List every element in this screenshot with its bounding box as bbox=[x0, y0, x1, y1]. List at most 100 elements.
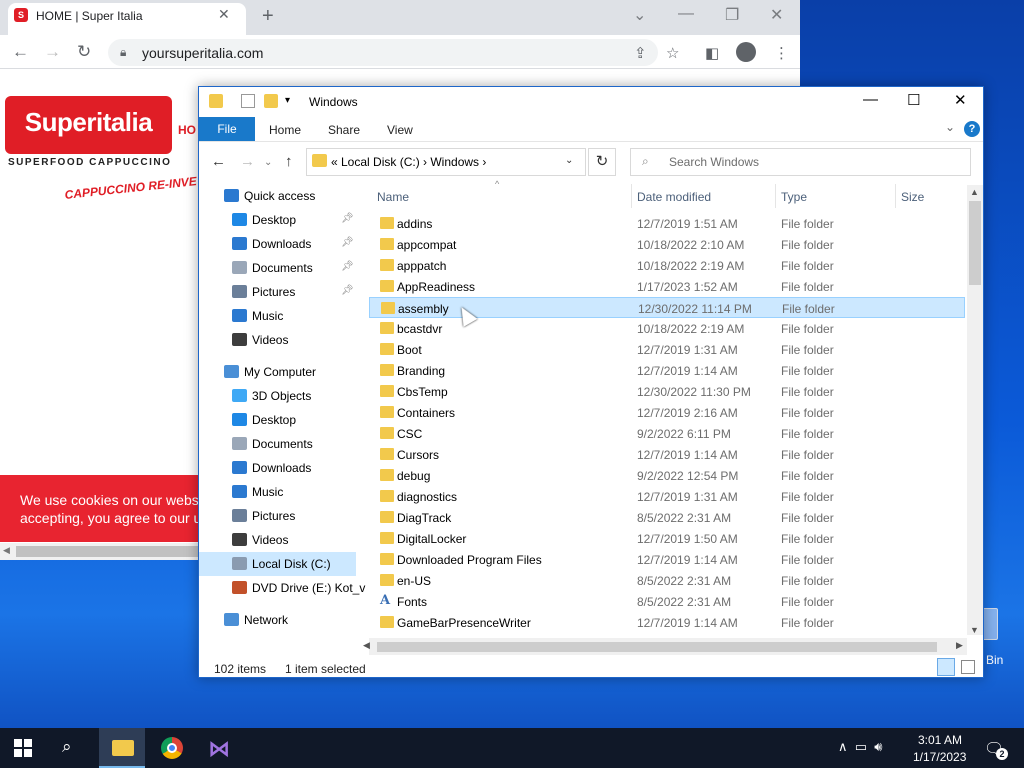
column-name[interactable]: Name bbox=[377, 190, 409, 204]
column-divider[interactable] bbox=[895, 184, 896, 208]
side-panel-icon[interactable]: ◧ bbox=[705, 44, 719, 62]
reload-icon[interactable]: ↻ bbox=[77, 42, 91, 62]
nav-item[interactable]: Quick access bbox=[199, 184, 356, 208]
pin-icon[interactable]: 📌︎ bbox=[341, 261, 354, 272]
close-icon[interactable]: ✕ bbox=[770, 5, 783, 25]
table-row[interactable]: bcastdvr 10/18/2022 2:19 AM File folder bbox=[369, 318, 965, 339]
restore-icon[interactable]: ❐ bbox=[725, 5, 739, 25]
table-row[interactable]: en-US 8/5/2022 2:31 AM File folder bbox=[369, 570, 965, 591]
table-row[interactable]: CbsTemp 12/30/2022 11:30 PM File folder bbox=[369, 381, 965, 402]
scroll-right-icon[interactable]: ▶ bbox=[956, 640, 963, 651]
windows-start-icon[interactable] bbox=[14, 739, 32, 757]
tab-search-icon[interactable]: ⌄ bbox=[633, 5, 646, 25]
system-tray-icons[interactable]: ∧ ▭ 🔊︎ bbox=[838, 739, 882, 755]
scroll-thumb[interactable] bbox=[377, 642, 937, 652]
table-row[interactable]: AppReadiness 1/17/2023 1:52 AM File folder bbox=[369, 276, 965, 297]
tab-home[interactable]: Home bbox=[269, 123, 301, 137]
site-logo[interactable]: Superitalia bbox=[5, 96, 172, 154]
site-nav-home[interactable]: HO bbox=[178, 123, 196, 137]
table-row[interactable]: Branding 12/7/2019 1:14 AM File folder bbox=[369, 360, 965, 381]
page-scroll-thumb[interactable] bbox=[16, 546, 201, 557]
table-row[interactable]: CSC 9/2/2022 6:11 PM File folder bbox=[369, 423, 965, 444]
scroll-up-icon[interactable]: ▲ bbox=[970, 187, 979, 197]
table-row[interactable]: appcompat 10/18/2022 2:10 AM File folder bbox=[369, 234, 965, 255]
back-icon[interactable]: ← bbox=[211, 153, 226, 170]
nav-item[interactable]: 3D Objects bbox=[199, 384, 356, 408]
recent-locations-icon[interactable]: ⌄ bbox=[264, 157, 272, 168]
breadcrumb[interactable]: « Local Disk (C:) › Windows › bbox=[331, 155, 486, 169]
notification-badge[interactable]: 2 bbox=[996, 748, 1008, 760]
lock-icon[interactable]: 🔒︎ bbox=[120, 45, 126, 60]
table-row[interactable]: DiagTrack 8/5/2022 2:31 AM File folder bbox=[369, 507, 965, 528]
column-date[interactable]: Date modified bbox=[637, 190, 711, 204]
visual-studio-icon[interactable]: ⋈ bbox=[208, 736, 230, 762]
nav-item[interactable]: Downloads bbox=[199, 456, 356, 480]
scroll-left-icon[interactable]: ◀ bbox=[3, 545, 10, 556]
table-row[interactable]: GameBarPresenceWriter 12/7/2019 1:14 AM Fi… bbox=[369, 612, 965, 633]
nav-item[interactable]: Documents bbox=[199, 432, 356, 456]
table-row[interactable]: Boot 12/7/2019 1:31 AM File folder bbox=[369, 339, 965, 360]
minimize-icon[interactable]: — bbox=[678, 5, 694, 23]
refresh-icon[interactable]: ↻ bbox=[588, 148, 616, 176]
pin-icon[interactable]: 📌︎ bbox=[341, 237, 354, 248]
nav-item[interactable]: Desktop 📌︎ bbox=[199, 208, 356, 232]
nav-item[interactable]: Videos bbox=[199, 528, 356, 552]
tab-share[interactable]: Share bbox=[328, 123, 360, 137]
close-icon[interactable]: ✕ bbox=[954, 91, 967, 109]
up-icon[interactable]: ↑ bbox=[285, 153, 293, 170]
table-row[interactable]: Containers 12/7/2019 2:16 AM File folder bbox=[369, 402, 965, 423]
browser-tab-title[interactable]: HOME | Super Italia bbox=[36, 9, 143, 23]
table-row[interactable]: apppatch 10/18/2022 2:19 AM File folder bbox=[369, 255, 965, 276]
table-row[interactable]: DigitalLocker 12/7/2019 1:50 AM File folde… bbox=[369, 528, 965, 549]
back-icon[interactable]: ← bbox=[12, 42, 29, 62]
customize-qat-icon[interactable]: ▾ bbox=[285, 95, 290, 106]
tab-file[interactable]: File bbox=[199, 117, 255, 141]
help-icon[interactable]: ? bbox=[964, 121, 980, 137]
pin-icon[interactable]: 📌︎ bbox=[341, 213, 354, 224]
minimize-icon[interactable]: — bbox=[863, 91, 878, 108]
table-row[interactable]: Downloaded Program Files 12/7/2019 1:14 A… bbox=[369, 549, 965, 570]
url-text[interactable]: yoursuperitalia.com bbox=[142, 45, 263, 61]
bookmark-star-icon[interactable]: ☆ bbox=[666, 44, 679, 62]
tab-view[interactable]: View bbox=[387, 123, 413, 137]
column-divider[interactable] bbox=[775, 184, 776, 208]
pin-icon[interactable]: 📌︎ bbox=[341, 285, 354, 296]
profile-avatar-icon[interactable] bbox=[736, 42, 756, 62]
scroll-thumb[interactable] bbox=[969, 201, 981, 285]
nav-item[interactable]: Downloads 📌︎ bbox=[199, 232, 356, 256]
nav-item[interactable]: DVD Drive (E:) Kot_v bbox=[199, 576, 365, 600]
chevron-down-icon[interactable]: ⌄ bbox=[565, 155, 573, 166]
table-row[interactable]: addins 12/7/2019 1:51 AM File folder bbox=[369, 213, 965, 234]
nav-item[interactable]: Videos bbox=[199, 328, 356, 352]
scroll-down-icon[interactable]: ▼ bbox=[970, 625, 979, 635]
nav-item[interactable]: Documents 📌︎ bbox=[199, 256, 356, 280]
chrome-icon-center[interactable] bbox=[167, 743, 177, 753]
column-type[interactable]: Type bbox=[781, 190, 807, 204]
nav-item[interactable]: Pictures 📌︎ bbox=[199, 280, 356, 304]
search-placeholder[interactable]: Search Windows bbox=[669, 155, 759, 169]
expand-ribbon-icon[interactable]: ⌄ bbox=[945, 120, 955, 134]
recycle-bin-label[interactable]: Bin bbox=[986, 653, 1003, 667]
table-row[interactable]: Cursors 12/7/2019 1:14 AM File folder bbox=[369, 444, 965, 465]
file-explorer-icon[interactable] bbox=[112, 740, 134, 756]
table-row[interactable]: A Fonts 8/5/2022 2:31 AM File folder bbox=[369, 591, 965, 612]
nav-item[interactable]: My Computer bbox=[199, 360, 356, 384]
new-tab-icon[interactable]: + bbox=[262, 5, 274, 28]
properties-check-icon[interactable] bbox=[241, 94, 255, 108]
nav-item[interactable]: Desktop bbox=[199, 408, 356, 432]
table-row[interactable]: debug 9/2/2022 12:54 PM File folder bbox=[369, 465, 965, 486]
column-size[interactable]: Size bbox=[901, 190, 924, 204]
nav-item[interactable]: Network bbox=[199, 608, 356, 632]
nav-item[interactable]: Music bbox=[199, 304, 356, 328]
share-icon[interactable]: ⇪ bbox=[634, 44, 647, 62]
column-divider[interactable] bbox=[631, 184, 632, 208]
clock-date[interactable]: 1/17/2023 bbox=[913, 750, 966, 764]
search-icon[interactable]: ⌕ bbox=[62, 737, 72, 757]
nav-item[interactable]: Pictures bbox=[199, 504, 356, 528]
table-row[interactable]: diagnostics 12/7/2019 1:31 AM File folder bbox=[369, 486, 965, 507]
large-icons-view-icon[interactable] bbox=[961, 660, 975, 674]
forward-icon[interactable]: → bbox=[44, 42, 61, 62]
menu-kebab-icon[interactable]: ⋮ bbox=[774, 44, 789, 62]
maximize-icon[interactable]: ☐ bbox=[907, 91, 920, 109]
recycle-bin-icon[interactable] bbox=[982, 608, 998, 640]
